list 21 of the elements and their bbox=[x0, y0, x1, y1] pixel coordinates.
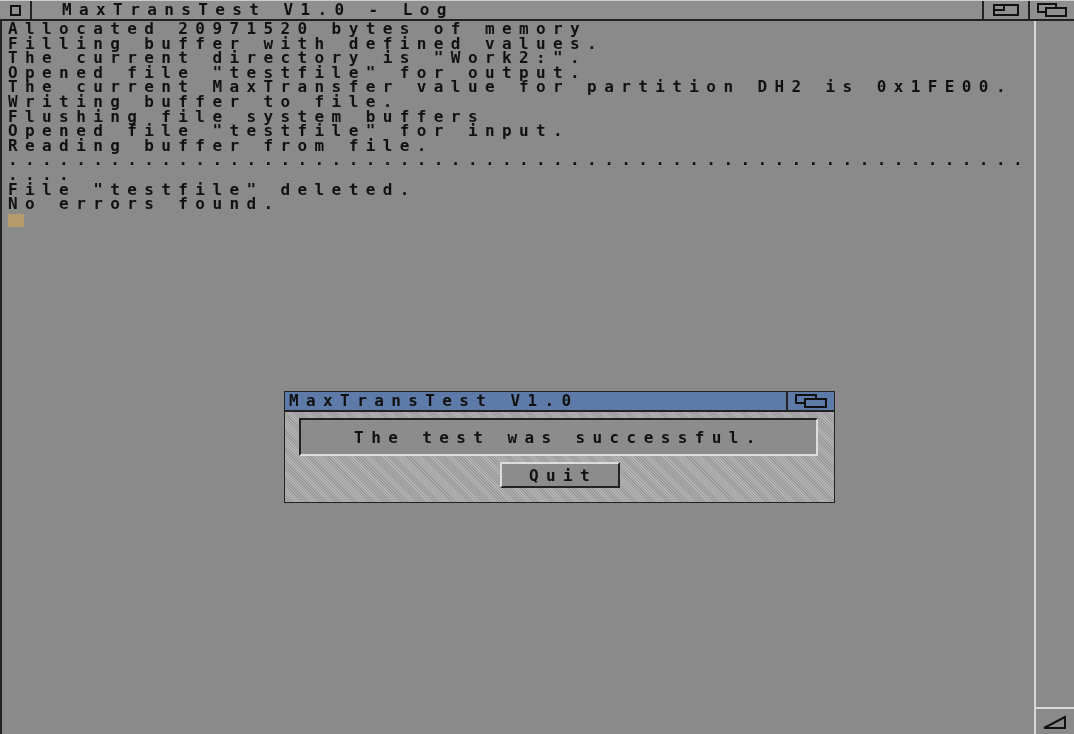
window-title: MaxTransTest V1.0 - Log bbox=[61, 1, 455, 19]
quit-button[interactable]: Quit bbox=[499, 462, 620, 488]
zoom-icon[interactable] bbox=[993, 4, 1019, 16]
dialog-title: MaxTransTest V1.0 bbox=[288, 392, 580, 410]
log-line: ............................................................ bbox=[8, 153, 1031, 168]
depth-icon[interactable] bbox=[1037, 3, 1067, 17]
close-icon[interactable] bbox=[9, 4, 21, 16]
log-line: Opened file "testfile" for input. bbox=[8, 124, 572, 139]
log-line: .... bbox=[8, 167, 77, 183]
log-line: No errors found. bbox=[8, 197, 281, 212]
dialog-message: The test was successful. bbox=[299, 418, 818, 456]
resize-icon[interactable] bbox=[1043, 715, 1067, 729]
log-line: Writing buffer to file. bbox=[8, 94, 400, 110]
log-line: Opened file "testfile" for output. bbox=[8, 65, 588, 81]
depth-icon[interactable] bbox=[795, 394, 827, 408]
log-line: Allocated 20971520 bytes of memory bbox=[8, 22, 588, 37]
log-line: Reading buffer from file. bbox=[8, 138, 434, 154]
text-cursor bbox=[8, 213, 24, 227]
log-line: File "testfile" deleted. bbox=[8, 182, 418, 198]
log-line: The current MaxTransfer value for partition DH2 is 0x1FE00. bbox=[8, 80, 1014, 95]
log-line: The current directory is "Work2:". bbox=[8, 51, 588, 66]
